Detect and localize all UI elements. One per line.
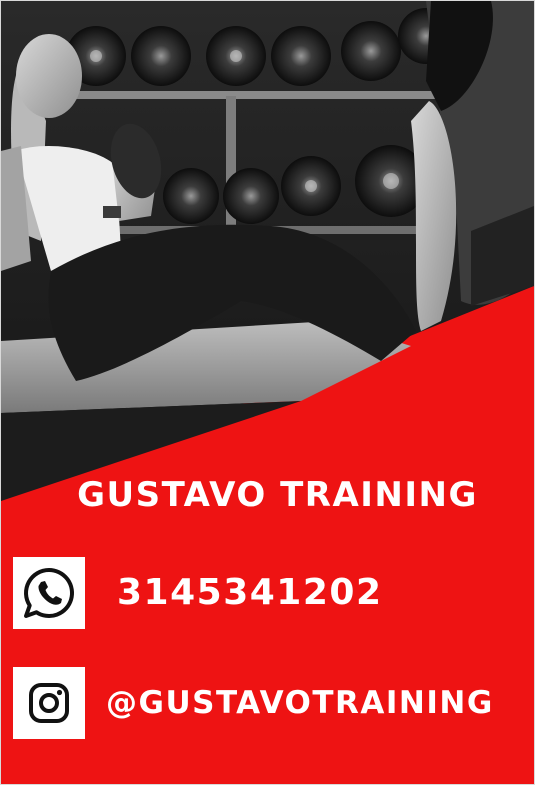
phone-number: 3145341202 bbox=[117, 572, 383, 613]
whatsapp-icon[interactable] bbox=[13, 557, 85, 629]
instagram-contact-row: @GUSTAVOTRAINING bbox=[1, 667, 534, 739]
brand-title: GUSTAVO TRAINING bbox=[77, 475, 478, 515]
gym-workout-photo bbox=[1, 1, 534, 501]
instagram-handle: @GUSTAVOTRAINING bbox=[106, 685, 494, 721]
instagram-icon[interactable] bbox=[13, 667, 85, 739]
phone-contact-row: 3145341202 bbox=[1, 557, 534, 629]
poster: GUSTAVO TRAINING 3145341202 @GUSTAVOTRAI… bbox=[0, 0, 535, 785]
